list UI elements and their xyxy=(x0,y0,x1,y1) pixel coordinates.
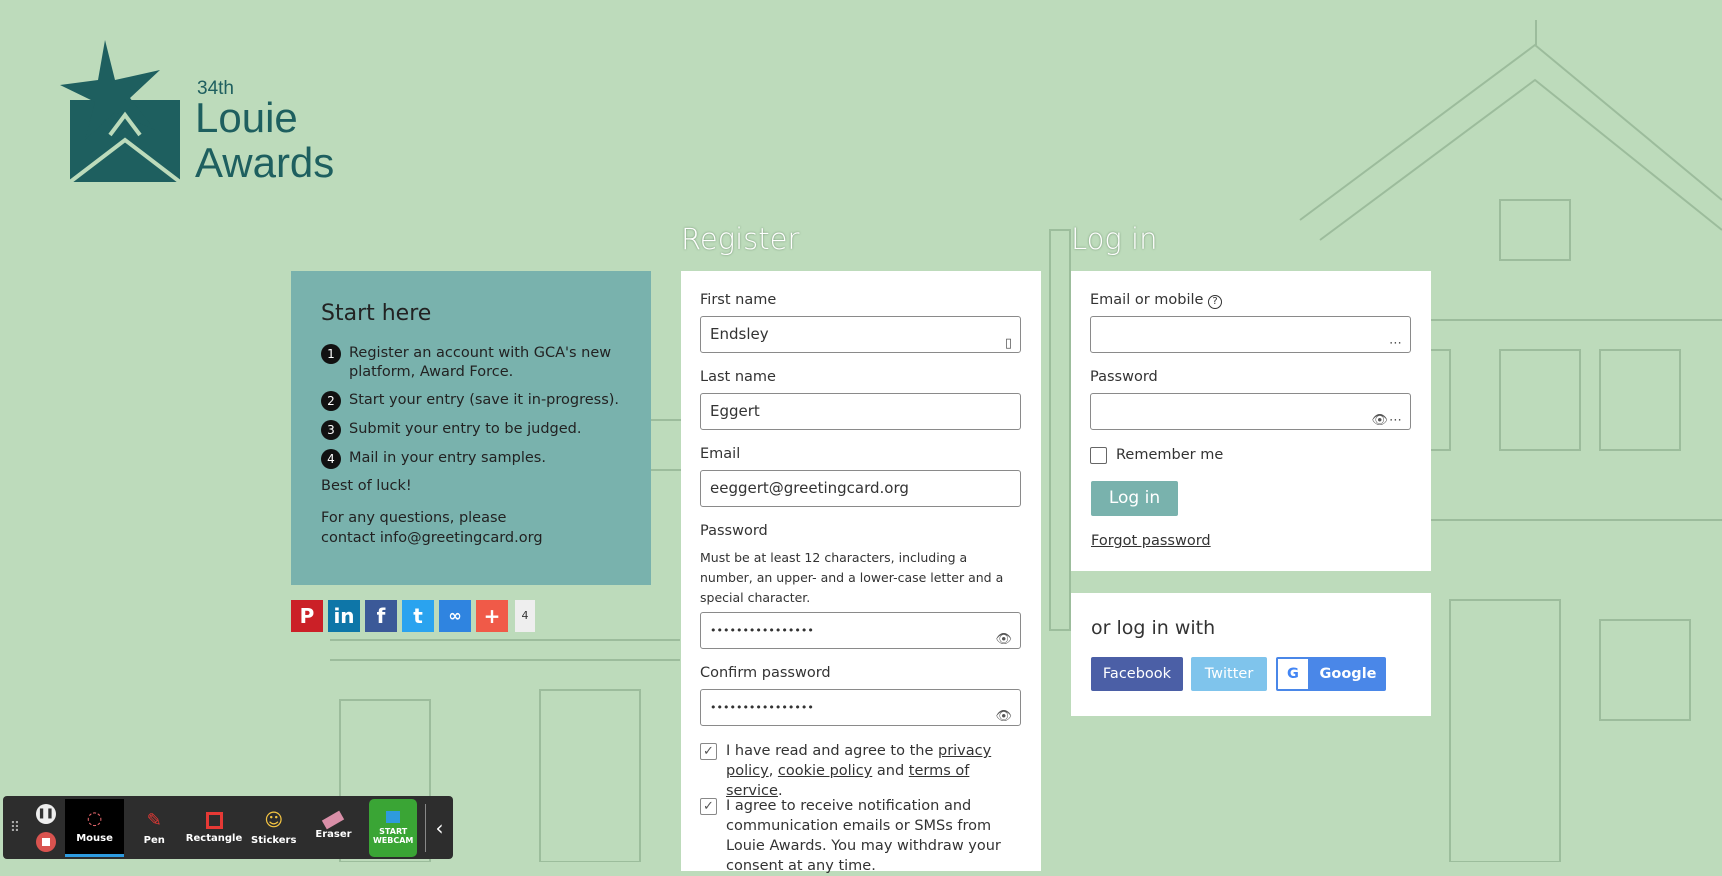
step-text: Start your entry (save it in-progress). xyxy=(349,392,620,408)
comma: , xyxy=(768,763,774,779)
google-login-button[interactable]: G Google xyxy=(1276,657,1386,691)
cookie-policy-link[interactable]: cookie policy xyxy=(778,763,872,779)
recording-controls: ❚❚ xyxy=(27,803,65,852)
mouse-label: Mouse xyxy=(76,833,113,844)
rectangle-label: Rectangle xyxy=(185,832,243,844)
password-manager-icon[interactable]: ⋯ xyxy=(1389,326,1402,361)
facebook-login-button[interactable]: Facebook xyxy=(1091,657,1183,691)
star-envelope-icon xyxy=(60,40,182,184)
remember-me-checkbox[interactable] xyxy=(1090,447,1107,464)
contact-card-icon: ▯ xyxy=(1004,336,1012,351)
password-value: •••••••••••••••• xyxy=(710,624,814,637)
social-login-card: or log in with xyxy=(1071,593,1431,716)
rectangle-tool[interactable]: Rectangle xyxy=(184,799,244,857)
confirm-password-input[interactable]: •••••••••••••••• 👁 xyxy=(700,689,1021,726)
stickers-label: Stickers xyxy=(251,834,297,846)
drag-handle-icon[interactable]: ⠿ xyxy=(3,820,27,836)
webcam-icon xyxy=(386,810,401,823)
login-button[interactable]: Log in xyxy=(1091,481,1178,516)
smiley-icon: ☺ xyxy=(264,809,284,831)
webcam-label: START WEBCAM xyxy=(372,826,414,845)
show-confirm-eye-icon[interactable]: 👁 xyxy=(995,699,1012,734)
collapse-chevron-icon[interactable]: ‹ xyxy=(425,803,453,852)
annotation-toolbar: ⠿ ❚❚ ◌ Mouse ✎ Pen Rectangle ☺ Stickers Era… xyxy=(3,796,453,859)
step-2: 2 Start your entry (save it in-progress). xyxy=(321,391,621,411)
twitter-login-button[interactable]: Twitter xyxy=(1191,657,1267,691)
show-password-eye-icon[interactable]: 👁 xyxy=(1371,403,1388,438)
login-email-input[interactable]: ⋯ xyxy=(1090,316,1411,353)
start-title: Start here xyxy=(321,301,432,326)
first-name-value: Endsley xyxy=(710,325,769,343)
pen-icon: ✎ xyxy=(146,809,162,831)
facebook-share-icon[interactable]: f xyxy=(365,600,397,632)
more-share-icon[interactable]: + xyxy=(476,600,508,632)
remember-me-label: Remember me xyxy=(1116,447,1224,463)
step-4: 4 Mail in your entry samples. xyxy=(321,449,621,469)
login-password-input[interactable]: 👁 ⋯ xyxy=(1090,393,1411,430)
eraser-icon xyxy=(322,810,345,830)
eraser-label: Eraser xyxy=(315,829,352,840)
luck-text: Best of luck! xyxy=(321,478,412,494)
email-value: eeggert@greetingcard.org xyxy=(710,479,909,497)
stickers-tool[interactable]: ☺ Stickers xyxy=(244,799,304,857)
password-help: Must be at least 12 characters, includin… xyxy=(700,550,1004,605)
eraser-tool[interactable]: Eraser xyxy=(304,799,364,857)
contact-text: For any questions, please contact info@g… xyxy=(321,510,543,546)
confirm-password-value: •••••••••••••••• xyxy=(710,701,814,714)
twitter-share-icon[interactable]: t xyxy=(402,600,434,632)
mouse-cursor-icon: ◌ xyxy=(86,808,103,829)
last-name-label: Last name xyxy=(700,369,776,385)
pen-label: Pen xyxy=(143,834,165,846)
last-name-value: Eggert xyxy=(710,402,760,420)
step-1: 1 Register an account with GCA's new plat… xyxy=(321,344,621,382)
login-email-label: Email or mobile ? xyxy=(1090,292,1223,309)
step-text: Register an account with GCA's new platf… xyxy=(349,345,612,380)
register-card: First name Endsley ▯ Last name Eggert Ema… xyxy=(681,271,1041,874)
agree-terms-text: I have read and agree to the privacy pol… xyxy=(726,741,1026,801)
rectangle-icon xyxy=(205,811,223,829)
first-name-input[interactable]: Endsley ▯ xyxy=(700,316,1021,353)
and-text: and xyxy=(872,763,909,779)
agree-notifications-text: I agree to receive notification and comm… xyxy=(726,798,1001,874)
agree-notifications-checkbox[interactable]: ✓ xyxy=(700,798,717,815)
start-webcam-button[interactable]: START WEBCAM xyxy=(369,798,418,857)
email-label: Email xyxy=(700,446,741,462)
agree-terms-checkbox[interactable]: ✓ xyxy=(700,743,717,760)
step-3: 3 Submit your entry to be judged. xyxy=(321,420,621,440)
share-count: 4 xyxy=(515,600,535,632)
login-password-label: Password xyxy=(1090,369,1158,385)
google-icon: G xyxy=(1278,659,1308,689)
pinterest-share-icon[interactable]: P xyxy=(291,600,323,632)
confirm-password-label: Confirm password xyxy=(700,665,831,681)
login-email-label-text: Email or mobile xyxy=(1090,292,1204,308)
linkedin-share-icon[interactable]: in xyxy=(328,600,360,632)
first-name-label: First name xyxy=(700,292,777,308)
start-here-panel: Start here 1 Register an account with GCA… xyxy=(291,271,651,585)
password-input[interactable]: •••••••••••••••• 👁 xyxy=(700,612,1021,649)
step-text: Submit your entry to be judged. xyxy=(349,421,582,437)
logo-line1: Louie xyxy=(195,94,298,141)
login-card: Email or mobile ? ⋯ Password 👁 ⋯ Remember… xyxy=(1071,271,1431,571)
email-input[interactable]: eeggert@greetingcard.org xyxy=(700,470,1021,507)
or-login-with: or log in with xyxy=(1091,617,1216,639)
agree-terms-prefix: I have read and agree to the xyxy=(726,743,938,759)
pause-icon[interactable]: ❚❚ xyxy=(35,803,56,824)
help-circle-icon[interactable]: ? xyxy=(1208,295,1223,309)
password-label: Password xyxy=(700,523,768,539)
copy-link-icon[interactable]: ∞ xyxy=(439,600,471,632)
logo: 34th Louie Awards xyxy=(60,40,350,185)
mouse-tool[interactable]: ◌ Mouse xyxy=(64,798,125,857)
step-text: Mail in your entry samples. xyxy=(349,450,546,466)
show-password-eye-icon[interactable]: 👁 xyxy=(995,622,1012,657)
password-manager-icon[interactable]: ⋯ xyxy=(1389,403,1402,438)
stop-icon[interactable] xyxy=(35,831,56,852)
logo-line2: Awards xyxy=(195,139,335,186)
google-label: Google xyxy=(1319,666,1377,682)
login-heading: Log in xyxy=(1071,222,1158,256)
pen-tool[interactable]: ✎ Pen xyxy=(124,799,184,857)
last-name-input[interactable]: Eggert xyxy=(700,393,1021,430)
forgot-password-link[interactable]: Forgot password xyxy=(1091,533,1211,549)
register-heading: Register xyxy=(681,222,800,256)
